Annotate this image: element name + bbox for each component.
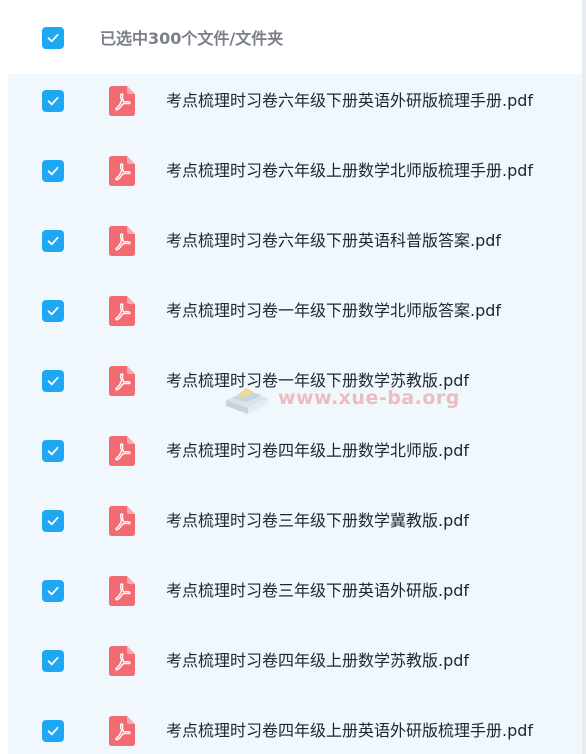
check-icon bbox=[47, 236, 59, 246]
file-name: 考点梳理时习卷四年级上册英语外研版梳理手册.pdf bbox=[166, 721, 534, 740]
check-icon bbox=[47, 166, 59, 176]
file-row[interactable]: 考点梳理时习卷六年级下册英语外研版梳理手册.pdf bbox=[8, 74, 582, 144]
check-icon bbox=[47, 96, 59, 106]
pdf-icon bbox=[109, 716, 135, 746]
pdf-icon bbox=[109, 296, 135, 326]
pdf-icon bbox=[109, 226, 135, 256]
scroll-edge bbox=[582, 0, 586, 754]
file-checkbox[interactable] bbox=[42, 650, 64, 672]
file-checkbox[interactable] bbox=[42, 90, 64, 112]
file-checkbox[interactable] bbox=[42, 300, 64, 322]
check-icon bbox=[47, 376, 59, 386]
file-checkbox[interactable] bbox=[42, 230, 64, 252]
pdf-icon bbox=[109, 156, 135, 186]
file-checkbox[interactable] bbox=[42, 440, 64, 462]
pdf-icon bbox=[109, 506, 135, 536]
file-checkbox[interactable] bbox=[42, 510, 64, 532]
file-checkbox[interactable] bbox=[42, 580, 64, 602]
file-name: 考点梳理时习卷六年级上册数学北师版梳理手册.pdf bbox=[166, 161, 534, 180]
file-name: 考点梳理时习卷三年级下册英语外研版.pdf bbox=[166, 581, 470, 600]
select-all-checkbox[interactable] bbox=[42, 27, 64, 49]
file-name: 考点梳理时习卷一年级下册数学北师版答案.pdf bbox=[166, 301, 502, 320]
file-row[interactable]: 考点梳理时习卷四年级上册数学北师版.pdf bbox=[8, 424, 582, 494]
file-row[interactable]: 考点梳理时习卷四年级上册数学苏教版.pdf bbox=[8, 634, 582, 704]
file-row[interactable]: 考点梳理时习卷六年级上册数学北师版梳理手册.pdf bbox=[8, 144, 582, 214]
file-row[interactable]: 考点梳理时习卷一年级下册数学北师版答案.pdf bbox=[8, 284, 582, 354]
check-icon bbox=[47, 656, 59, 666]
file-selection-panel: 已选中300个文件/文件夹 考点梳理时习卷六年级下册英语外研版梳理手册.pdf … bbox=[0, 0, 586, 754]
selection-header: 已选中300个文件/文件夹 bbox=[0, 0, 586, 74]
file-checkbox[interactable] bbox=[42, 720, 64, 742]
pdf-icon bbox=[109, 576, 135, 606]
file-row[interactable]: 考点梳理时习卷一年级下册数学苏教版.pdf bbox=[8, 354, 582, 424]
check-icon bbox=[47, 33, 59, 43]
file-name: 考点梳理时习卷一年级下册数学苏教版.pdf bbox=[166, 371, 470, 390]
file-row[interactable]: 考点梳理时习卷三年级下册英语外研版.pdf bbox=[8, 564, 582, 634]
file-name: 考点梳理时习卷六年级下册英语外研版梳理手册.pdf bbox=[166, 91, 534, 110]
pdf-icon bbox=[109, 86, 135, 116]
pdf-icon bbox=[109, 646, 135, 676]
pdf-icon bbox=[109, 436, 135, 466]
check-icon bbox=[47, 586, 59, 596]
file-checkbox[interactable] bbox=[42, 370, 64, 392]
check-icon bbox=[47, 446, 59, 456]
check-icon bbox=[47, 726, 59, 736]
file-row[interactable]: 考点梳理时习卷六年级下册英语科普版答案.pdf bbox=[8, 214, 582, 284]
file-name: 考点梳理时习卷四年级上册数学北师版.pdf bbox=[166, 441, 470, 460]
check-icon bbox=[47, 516, 59, 526]
pdf-icon bbox=[109, 366, 135, 396]
file-name: 考点梳理时习卷六年级下册英语科普版答案.pdf bbox=[166, 231, 502, 250]
file-row[interactable]: 考点梳理时习卷四年级上册英语外研版梳理手册.pdf bbox=[8, 704, 582, 754]
file-row[interactable]: 考点梳理时习卷三年级下册数学冀教版.pdf bbox=[8, 494, 582, 564]
file-name: 考点梳理时习卷三年级下册数学冀教版.pdf bbox=[166, 511, 470, 530]
file-list: 考点梳理时习卷六年级下册英语外研版梳理手册.pdf 考点梳理时习卷六年级上册数学… bbox=[8, 74, 582, 754]
file-checkbox[interactable] bbox=[42, 160, 64, 182]
check-icon bbox=[47, 306, 59, 316]
selected-count-label: 已选中300个文件/文件夹 bbox=[100, 29, 284, 48]
file-name: 考点梳理时习卷四年级上册数学苏教版.pdf bbox=[166, 651, 470, 670]
